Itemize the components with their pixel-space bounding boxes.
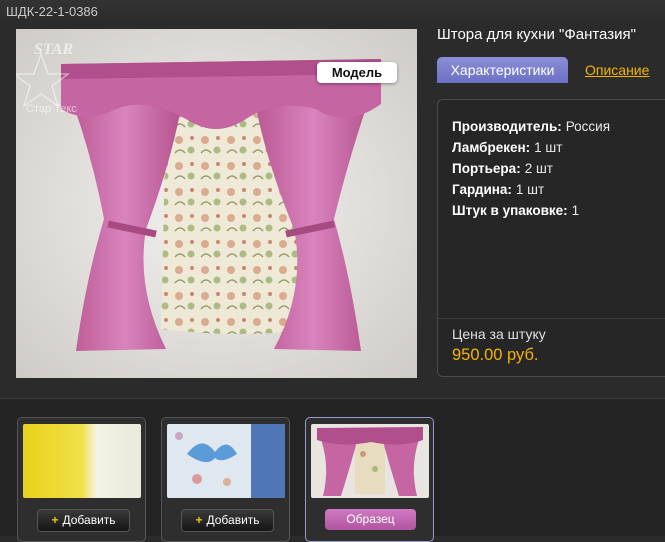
specs-panel: Производитель: Россия Ламбрекен: 1 шт Порт… — [437, 99, 665, 377]
spec-label: Штук в упаковке: — [452, 203, 568, 218]
model-badge: Модель — [317, 62, 397, 83]
add-button[interactable]: + Добавить — [37, 509, 130, 532]
specs-list: Производитель: Россия Ламбрекен: 1 шт Порт… — [452, 116, 610, 221]
product-image[interactable]: STAR Стар Текс Модель — [16, 29, 417, 378]
spec-label: Производитель: — [452, 119, 562, 134]
thumbnail-image[interactable] — [23, 424, 141, 498]
svg-text:STAR: STAR — [34, 41, 73, 58]
spec-row-manufacturer: Производитель: Россия — [452, 116, 610, 137]
add-button-label: Добавить — [62, 513, 116, 527]
thumbnail-image[interactable] — [311, 424, 429, 498]
add-button-label: Добавить — [206, 513, 260, 527]
tab-specifications[interactable]: Характеристики — [437, 57, 568, 83]
spec-value: Россия — [565, 119, 611, 134]
spec-value: 1 — [571, 203, 580, 218]
spec-label: Гардина: — [452, 182, 512, 197]
spec-value: 2 шт — [524, 161, 553, 176]
svg-text:Стар Текс: Стар Текс — [26, 103, 77, 115]
divider — [438, 318, 665, 319]
spec-row-drapes: Портьера: 2 шт — [452, 158, 610, 179]
thumbnail-card[interactable]: + Добавить — [161, 417, 290, 542]
spec-value: 1 шт — [534, 140, 563, 155]
spec-label: Ламбрекен: — [452, 140, 531, 155]
spec-value: 1 шт — [515, 182, 545, 197]
sku-code: ШДК-22-1-0386 — [0, 0, 665, 24]
sample-button[interactable]: Образец — [325, 509, 416, 530]
spec-label: Портьера: — [452, 161, 521, 176]
product-title: Штора для кухни "Фантазия" — [437, 26, 636, 43]
spec-row-valance: Ламбрекен: 1 шт — [452, 137, 610, 158]
add-button[interactable]: + Добавить — [181, 509, 274, 532]
tab-description[interactable]: Описание — [585, 62, 649, 78]
plus-icon: + — [195, 513, 203, 527]
thumbnail-card-active[interactable]: Образец — [305, 417, 434, 542]
spec-row-sheer: Гардина: 1 шт — [452, 179, 610, 200]
thumbnail-image[interactable] — [167, 424, 285, 498]
price-label: Цена за штуку — [452, 326, 546, 342]
thumbnail-card[interactable]: + Добавить — [17, 417, 146, 542]
price-value: 950.00 руб. — [452, 346, 539, 364]
plus-icon: + — [51, 513, 59, 527]
spec-row-per-pack: Штук в упаковке: 1 — [452, 200, 610, 221]
